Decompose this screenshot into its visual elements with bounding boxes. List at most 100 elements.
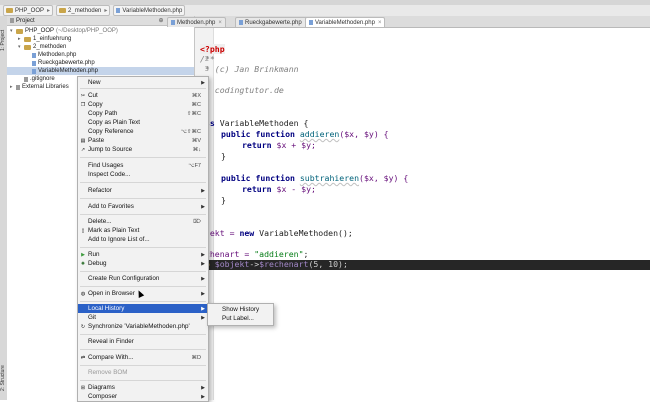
code-line: * (c) Jan Brinkmann	[200, 64, 299, 75]
menu-item-git[interactable]: Git ▶	[78, 313, 208, 322]
diagram-icon: ⊞	[80, 384, 86, 391]
menu-item-synchronize[interactable]: ↻ Synchronize 'VariableMethoden.php'	[78, 322, 208, 331]
menu-label: Cut	[88, 92, 98, 99]
menu-label: Git	[88, 314, 97, 321]
submenu-arrow-icon: ▶	[201, 305, 205, 312]
tab-methoden[interactable]: Methoden.php ×	[167, 17, 226, 27]
submenu-arrow-icon: ▶	[201, 79, 205, 86]
menu-item-copy-reference[interactable]: Copy Reference ⌥⇧⌘C	[78, 127, 208, 136]
menu-label: Open in Browser	[88, 290, 135, 297]
code-punct: ;	[303, 249, 309, 259]
folder-icon	[24, 44, 31, 50]
breadcrumb-file[interactable]: VariableMethoden.php	[113, 5, 186, 16]
menu-item-local-history[interactable]: Local History ▶	[78, 304, 208, 313]
close-icon[interactable]: ×	[378, 20, 382, 26]
code-line: ass VariableMethoden {	[200, 118, 308, 129]
code-punct: }	[221, 151, 226, 161]
tree-label: .gitignore	[30, 76, 55, 82]
php-file-icon	[309, 20, 313, 25]
code-line-highlighted: ho $objekt->$rechenart(5, 10);	[200, 259, 348, 270]
breadcrumb-label: PHP_OOP	[15, 7, 45, 14]
submenu-item-show-history[interactable]: Show History	[208, 305, 273, 314]
menu-item-run[interactable]: ▶ Run ▶	[78, 250, 208, 259]
code-comment: /**	[200, 54, 215, 64]
breadcrumb-project[interactable]: PHP_OOP ▸	[3, 5, 54, 16]
menu-separator	[80, 214, 206, 215]
php-file-icon	[32, 60, 36, 66]
menu-label: Debug	[88, 260, 107, 267]
gitignore-file-icon	[24, 76, 28, 82]
menu-item-reveal-in-finder[interactable]: Reveal in Finder	[78, 337, 208, 346]
menu-item-mark-plain-text[interactable]: ▯ Mark as Plain Text	[78, 226, 208, 235]
php-file-icon	[32, 52, 36, 58]
paste-icon: ▤	[80, 137, 86, 144]
menu-label: Compare With...	[88, 354, 134, 361]
submenu-arrow-icon: ▶	[201, 251, 205, 258]
menu-shortcut: ⌘↓	[192, 146, 201, 153]
tree-item-folder[interactable]: ▾ 2_methoden	[7, 43, 194, 51]
menu-item-find-usages[interactable]: Find Usages ⌥F7	[78, 161, 208, 170]
menu-item-compare-with[interactable]: ⇄ Compare With... ⌘D	[78, 353, 208, 362]
tab-label: Methoden.php	[177, 19, 216, 26]
code-expression: $x - $y;	[276, 184, 316, 194]
menu-item-copy-path[interactable]: Copy Path ⇧⌘C	[78, 109, 208, 118]
menu-item-add-to-ignore-list[interactable]: Add to Ignore List of...	[78, 235, 208, 244]
menu-label: Add to Ignore List of...	[88, 236, 150, 243]
menu-item-cut[interactable]: ✂ Cut ⌘X	[78, 91, 208, 100]
menu-item-debug[interactable]: ✹ Debug ▶	[78, 259, 208, 268]
submenu-item-put-label[interactable]: Put Label...	[208, 314, 273, 323]
close-icon[interactable]: ×	[218, 20, 222, 26]
code-line: * codingtutor.de	[200, 85, 284, 96]
submenu-arrow-icon: ▶	[201, 203, 205, 210]
code-keyword: public function	[221, 173, 300, 183]
submenu-arrow-icon: ▶	[201, 384, 205, 391]
tree-item-file[interactable]: Methoden.php	[7, 51, 194, 59]
tree-label: Methoden.php	[38, 52, 77, 58]
menu-label: Paste	[88, 137, 105, 144]
breadcrumb-label: 2_methoden	[68, 7, 102, 14]
tab-variablemethoden[interactable]: VariableMethoden.php ×	[305, 17, 386, 27]
chevron-right-icon: ▸	[47, 8, 51, 14]
menu-item-paste[interactable]: ▤ Paste ⌘V	[78, 136, 208, 145]
menu-separator	[80, 198, 206, 199]
code-arrow: ->	[249, 259, 260, 269]
menu-item-new[interactable]: New ▶	[78, 78, 208, 87]
tree-item-project-root[interactable]: ▾ PHP_OOP (~/Desktop/PHP_OOP)	[7, 27, 194, 35]
breadcrumb-folder[interactable]: 2_methoden ▸	[56, 5, 111, 16]
editor-tabbar: Methoden.php× Rueckgabewerte.php× Variab…	[167, 16, 650, 28]
tab-label: Rueckgabewerte.php	[245, 19, 302, 26]
code-editor[interactable]: 1 2 3 4 <?php /** * (c) Jan Brinkmann * …	[195, 28, 650, 400]
menu-shortcut: ⌦	[193, 218, 201, 225]
tree-item-folder[interactable]: ▸ 1_einfuehrung	[7, 35, 194, 43]
locate-icon[interactable]: ⊕	[159, 17, 164, 24]
menu-item-delete[interactable]: Delete... ⌦	[78, 217, 208, 226]
menu-label: Composer	[88, 393, 118, 400]
tab-rueckgabewerte[interactable]: Rueckgabewerte.php×	[235, 17, 313, 27]
menu-item-refactor[interactable]: Refactor ▶	[78, 186, 208, 195]
menu-item-copy[interactable]: ❐ Copy ⌘C	[78, 100, 208, 109]
code-line: return $x + $y;	[242, 140, 316, 151]
tree-item-file[interactable]: Rueckgabewerte.php	[7, 59, 194, 67]
menu-item-jump-to-source[interactable]: ↗ Jump to Source ⌘↓	[78, 145, 208, 154]
folder-icon	[24, 36, 31, 42]
submenu-arrow-icon: ▶	[201, 290, 205, 297]
code-params: ($x, $y) {	[339, 129, 389, 139]
menu-item-create-run-configuration[interactable]: Create Run Configuration ▶	[78, 274, 208, 283]
tree-item-file-selected[interactable]: VariableMethoden.php	[7, 67, 194, 75]
project-panel-title[interactable]: Project	[16, 18, 35, 24]
menu-item-remove-bom[interactable]: Remove BOM	[78, 368, 208, 377]
menu-shortcut: ⇧⌘C	[186, 110, 201, 117]
menu-shortcut: ⌥F7	[188, 162, 201, 169]
folder-icon	[59, 8, 67, 13]
menu-item-copy-plain-text[interactable]: Copy as Plain Text	[78, 118, 208, 127]
submenu-arrow-icon: ▶	[201, 260, 205, 267]
tool-tab-structure[interactable]: 2: Structure	[0, 356, 7, 400]
tool-tab-project[interactable]: 1: Project	[0, 20, 7, 60]
debug-icon: ✹	[80, 260, 86, 267]
menu-item-add-to-favorites[interactable]: Add to Favorites ▶	[78, 202, 208, 211]
menu-separator	[80, 301, 206, 302]
sync-icon: ↻	[80, 323, 86, 330]
menu-item-diagrams[interactable]: ⊞ Diagrams ▶	[78, 383, 208, 392]
menu-label: Remove BOM	[88, 369, 128, 376]
menu-item-inspect-code[interactable]: Inspect Code...	[78, 170, 208, 179]
